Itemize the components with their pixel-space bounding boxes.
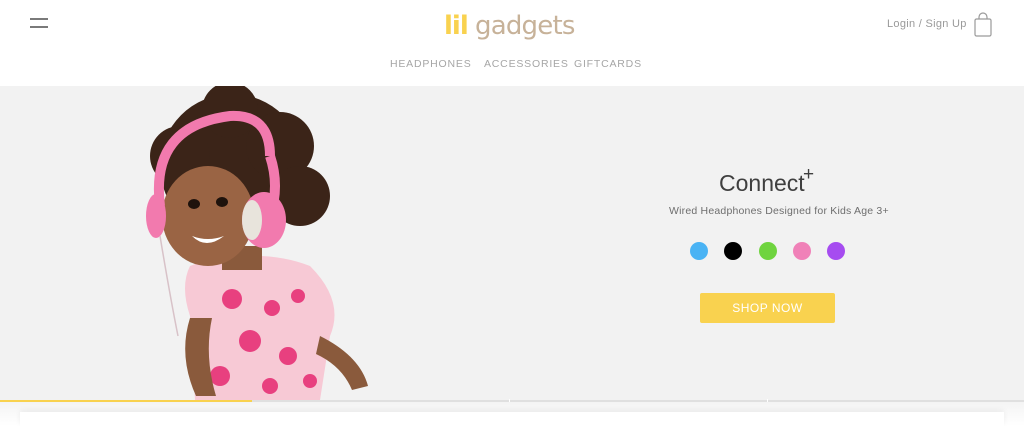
nav-item-accessories[interactable]: ACCESSORIES [484,58,569,70]
site-logo[interactable]: lil gadgets [440,4,580,44]
svg-text:gadgets: gadgets [475,11,575,41]
login-signup-link[interactable]: Login / Sign Up [887,18,967,30]
svg-text:lil: lil [444,11,468,41]
site-header: lil gadgets Login / Sign Up HEADPHONES A… [0,0,1024,86]
next-section-card [20,412,1004,426]
color-swatch-blue[interactable] [690,242,708,260]
product-title-plus: + [803,164,815,185]
nav-item-headphones[interactable]: HEADPHONES [390,58,472,70]
color-swatch-green[interactable] [759,242,777,260]
hero-banner: Connect + Wired Headphones Designed for … [0,86,1024,400]
hamburger-menu-icon[interactable] [30,14,50,32]
nav-item-giftcards[interactable]: GIFTCARDS [574,58,642,70]
product-title: Connect [719,170,805,196]
shop-now-button[interactable]: SHOP NOW [700,293,835,323]
hero-image [146,86,368,400]
color-swatch-black[interactable] [724,242,742,260]
shopping-bag-icon[interactable] [973,12,993,38]
color-swatch-pink[interactable] [793,242,811,260]
color-swatch-purple[interactable] [827,242,845,260]
product-subtitle: Wired Headphones Designed for Kids Age 3… [669,205,889,217]
